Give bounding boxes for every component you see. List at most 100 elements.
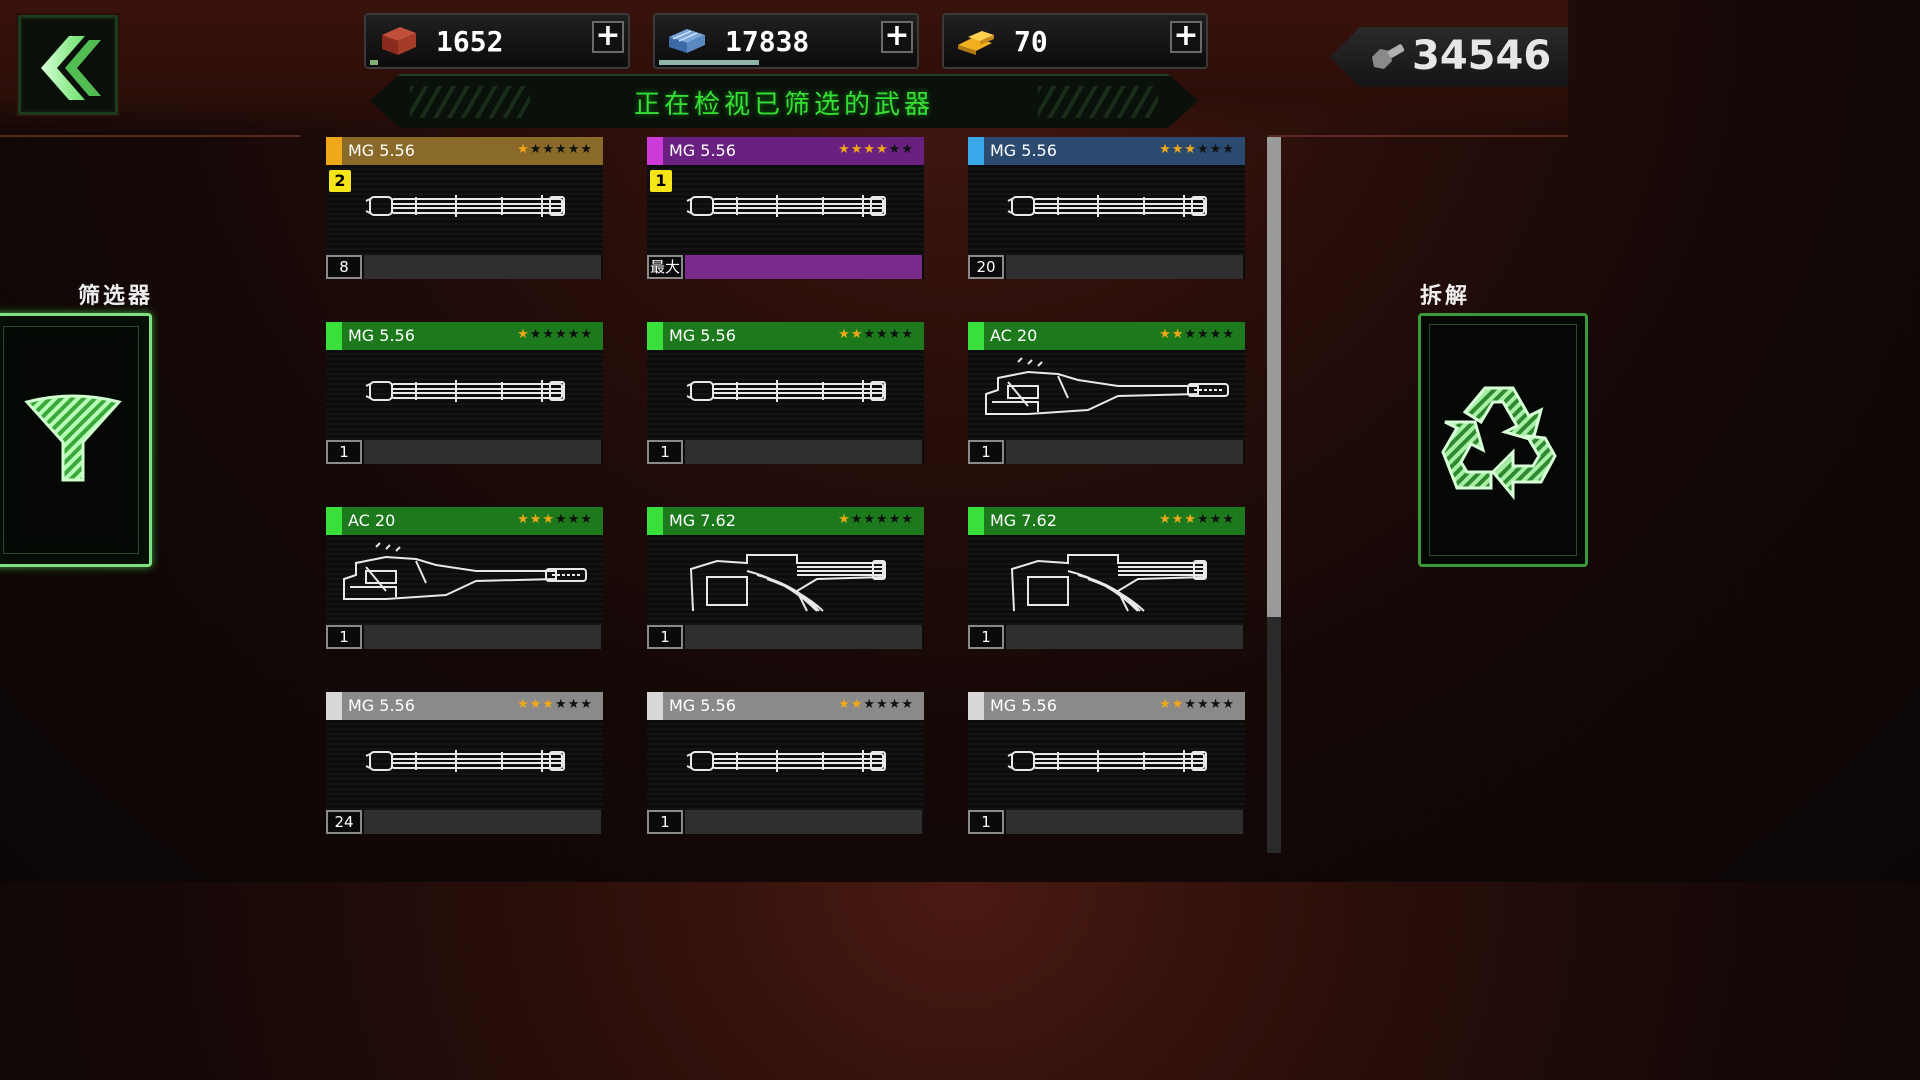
star-empty-icon: ★: [888, 327, 902, 342]
resource-counter-gold: 70 +: [942, 13, 1208, 69]
star-filled-icon: ★: [529, 697, 543, 712]
minigun-icon: [1007, 195, 1207, 217]
star-empty-icon: ★: [850, 512, 864, 527]
star-empty-icon: ★: [555, 512, 568, 527]
weapon-card-header: MG 5.56 ★★★★★★: [968, 692, 1245, 720]
weapon-card[interactable]: MG 5.56 ★★★★★★ 1: [647, 322, 924, 464]
weapon-image: [647, 541, 924, 621]
weapon-card[interactable]: AC 20 ★★★★★★ 1: [968, 322, 1245, 464]
autocannon-icon: [985, 357, 1229, 415]
star-filled-icon: ★: [1159, 697, 1172, 712]
level-progress-bar: [685, 255, 922, 279]
dismantle-button[interactable]: [1418, 313, 1588, 567]
weapon-card[interactable]: MG 7.62 ★★★★★★ 1: [968, 507, 1245, 649]
star-filled-icon: ★: [863, 142, 877, 157]
add-gold-button[interactable]: +: [1170, 21, 1202, 53]
filter-button[interactable]: [0, 313, 152, 567]
star-empty-icon: ★: [555, 327, 568, 342]
star-rating: ★★★★★★: [1159, 327, 1235, 342]
weapon-level: 1: [326, 625, 362, 649]
back-button[interactable]: [18, 15, 118, 115]
title-banner: 正在检视已筛选的武器: [370, 74, 1198, 128]
weapon-card-header: MG 5.56 ★★★★★★: [326, 137, 603, 165]
star-empty-icon: ★: [555, 142, 568, 157]
weapon-name: MG 5.56: [348, 696, 415, 715]
level-progress-bar: [685, 625, 922, 649]
star-empty-icon: ★: [580, 327, 593, 342]
star-filled-icon: ★: [517, 512, 530, 527]
level-progress-bar: [364, 625, 601, 649]
rarity-swatch: [647, 322, 663, 350]
star-filled-icon: ★: [517, 697, 530, 712]
star-filled-icon: ★: [1159, 327, 1172, 342]
star-empty-icon: ★: [1222, 697, 1235, 712]
level-progress-bar: [1006, 440, 1243, 464]
star-empty-icon: ★: [1197, 512, 1210, 527]
weapon-card[interactable]: MG 5.56 ★★★★★★ 1: [326, 322, 603, 464]
weapon-card[interactable]: MG 5.56 ★★★★★★ 1 最大: [647, 137, 924, 279]
weapon-level: 最大: [647, 255, 683, 279]
star-empty-icon: ★: [876, 512, 889, 527]
filter-label: 筛选器: [78, 284, 154, 309]
minigun-icon: [365, 195, 565, 217]
weapon-image: [326, 356, 603, 436]
weapon-card-header: MG 7.62 ★★★★★★: [968, 507, 1245, 535]
rarity-swatch: [647, 137, 663, 165]
rarity-swatch: [647, 507, 663, 535]
weapon-name: MG 5.56: [990, 696, 1057, 715]
star-filled-icon: ★: [517, 327, 530, 342]
heavy-machine-gun-icon: [1010, 554, 1207, 612]
weapon-image: [647, 356, 924, 436]
star-rating: ★★★★★★: [838, 697, 914, 712]
weapon-level: 1: [647, 810, 683, 834]
rarity-swatch: [968, 507, 984, 535]
weapon-level: 1: [968, 625, 1004, 649]
star-rating: ★★★★★★: [517, 697, 593, 712]
weapon-card-header: MG 5.56 ★★★★★★: [647, 322, 924, 350]
weapon-card-header: MG 5.56 ★★★★★★: [326, 322, 603, 350]
level-progress-bar: [1006, 625, 1243, 649]
level-progress-bar: [685, 440, 922, 464]
star-filled-icon: ★: [1159, 142, 1172, 157]
weapon-card[interactable]: MG 5.56 ★★★★★★ 20: [968, 137, 1245, 279]
rarity-swatch: [326, 137, 342, 165]
star-filled-icon: ★: [838, 697, 851, 712]
star-empty-icon: ★: [863, 697, 877, 712]
weapon-level: 1: [326, 440, 362, 464]
scrollbar[interactable]: [1267, 137, 1281, 853]
filter-funnel-icon: [24, 394, 122, 482]
weapon-image: [968, 356, 1245, 436]
star-empty-icon: ★: [901, 697, 914, 712]
star-filled-icon: ★: [876, 142, 889, 157]
resource-counter-steel: 17838 +: [653, 13, 919, 69]
rarity-swatch: [968, 692, 984, 720]
star-filled-icon: ★: [838, 142, 851, 157]
level-progress-bar: [1006, 255, 1243, 279]
star-empty-icon: ★: [901, 142, 914, 157]
weapon-card[interactable]: MG 5.56 ★★★★★★ 1: [647, 692, 924, 834]
weapon-card[interactable]: MG 5.56 ★★★★★★ 24: [326, 692, 603, 834]
weapon-image: [968, 541, 1245, 621]
weapon-card-header: MG 5.56 ★★★★★★: [647, 692, 924, 720]
weapon-image: [326, 171, 603, 251]
weapon-card[interactable]: AC 20 ★★★★★★ 1: [326, 507, 603, 649]
minigun-icon: [365, 380, 565, 402]
add-steel-button[interactable]: +: [881, 21, 913, 53]
rarity-swatch: [968, 137, 984, 165]
star-empty-icon: ★: [1197, 697, 1210, 712]
weapon-card[interactable]: MG 5.56 ★★★★★★ 2 8: [326, 137, 603, 279]
weapon-card[interactable]: MG 5.56 ★★★★★★ 1: [968, 692, 1245, 834]
weapon-card-header: MG 5.56 ★★★★★★: [647, 137, 924, 165]
star-empty-icon: ★: [580, 697, 593, 712]
add-crates-button[interactable]: +: [592, 21, 624, 53]
star-empty-icon: ★: [863, 512, 877, 527]
star-rating: ★★★★★★: [1159, 697, 1235, 712]
weapon-level: 1: [968, 440, 1004, 464]
level-progress-bar: [685, 810, 922, 834]
dismantle-label: 拆解: [1420, 284, 1471, 309]
weapon-level: 1: [647, 625, 683, 649]
star-empty-icon: ★: [863, 327, 877, 342]
weapon-name: MG 5.56: [348, 326, 415, 345]
weapon-card[interactable]: MG 7.62 ★★★★★★ 1: [647, 507, 924, 649]
scrollbar-thumb[interactable]: [1267, 137, 1281, 617]
